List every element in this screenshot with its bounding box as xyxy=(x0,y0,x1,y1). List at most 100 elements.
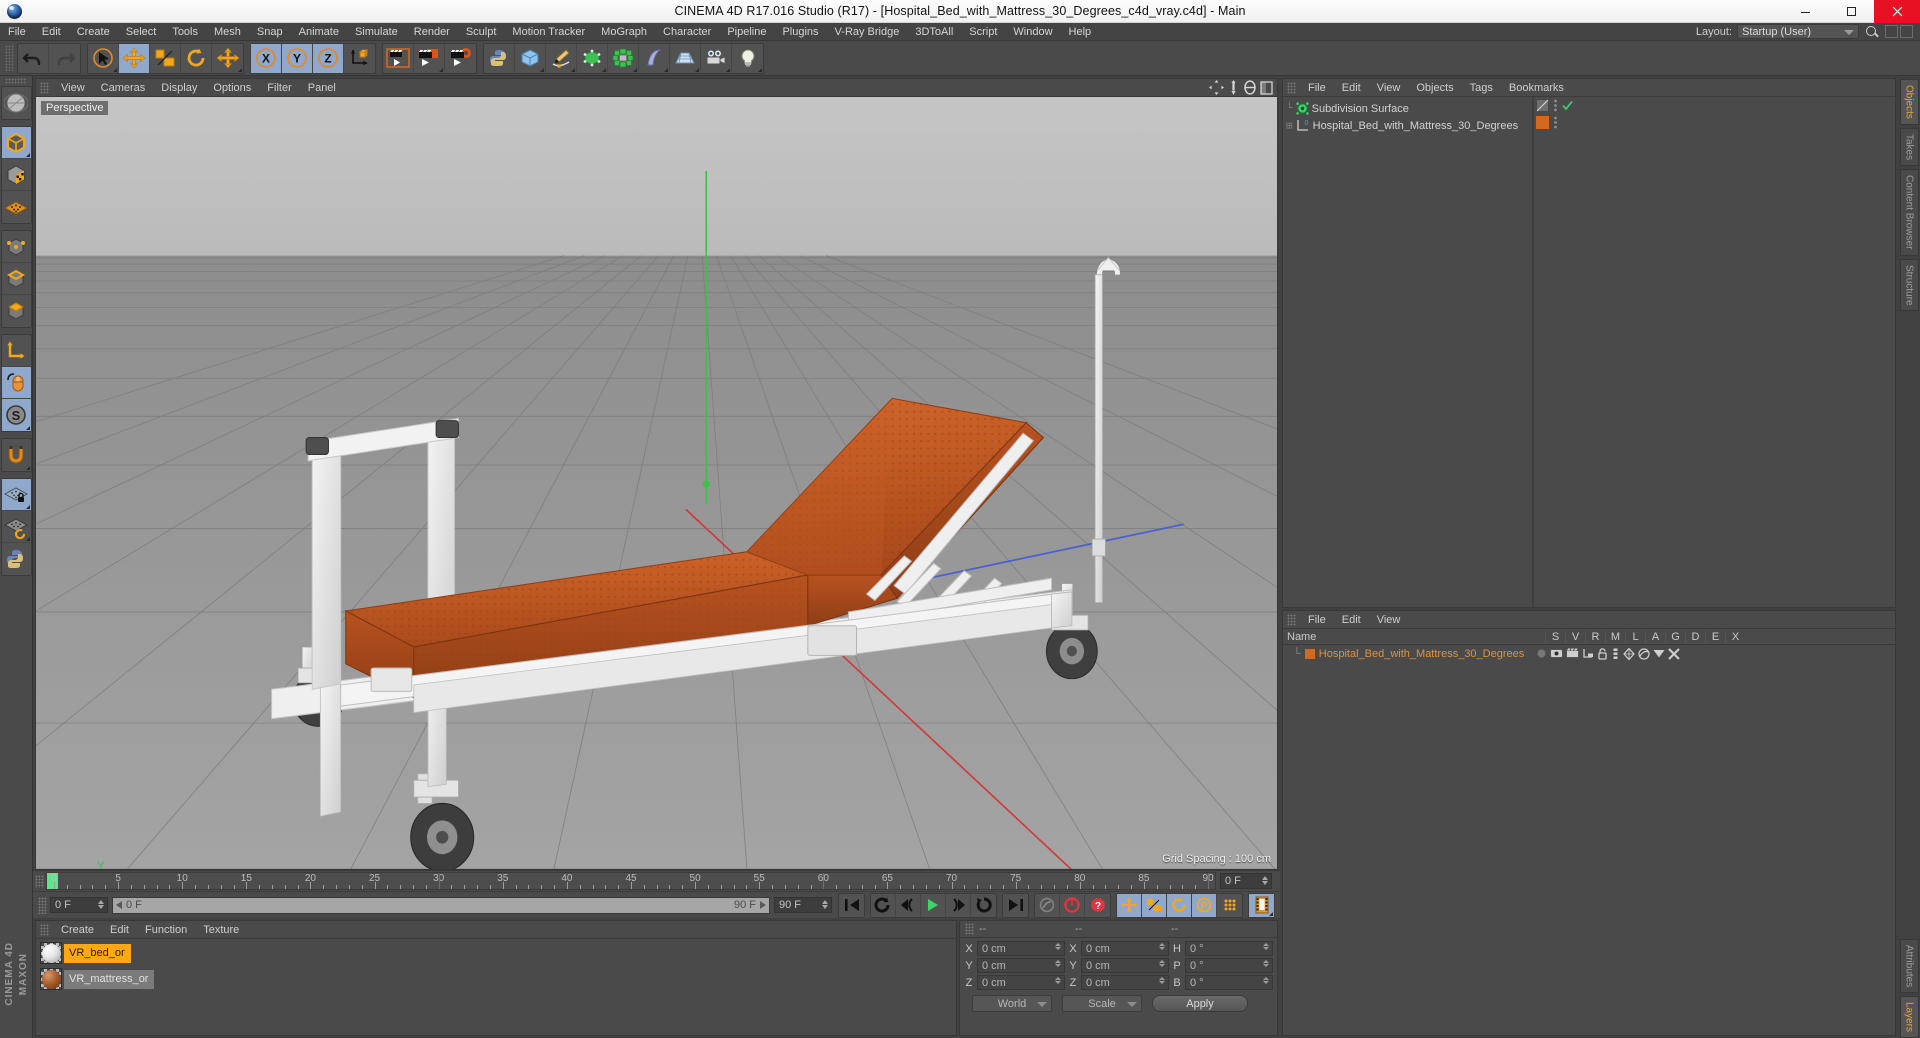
rotation-h-field[interactable]: 0 ° xyxy=(1185,941,1273,956)
viewport-menu-filter[interactable]: Filter xyxy=(259,79,299,97)
rotate-icon[interactable] xyxy=(1243,80,1257,95)
left-toolbar-grip[interactable] xyxy=(5,78,27,84)
stepper-icon[interactable] xyxy=(1263,977,1269,984)
menu-item-plugins[interactable]: Plugins xyxy=(774,23,826,41)
polygons-mode-button[interactable] xyxy=(2,295,31,327)
layer-column-v[interactable]: V xyxy=(1565,630,1585,643)
menu-item-character[interactable]: Character xyxy=(655,23,719,41)
layer-column-d[interactable]: D xyxy=(1685,630,1705,643)
magnet-tool-button[interactable] xyxy=(2,439,31,471)
object-tags-row[interactable] xyxy=(1534,114,1579,131)
rotation-p-field[interactable]: 0 ° xyxy=(1185,958,1273,973)
apply-button[interactable]: Apply xyxy=(1152,995,1248,1012)
tab-attributes[interactable]: Attributes xyxy=(1899,938,1919,993)
size-y-field[interactable]: 0 cm xyxy=(1081,958,1169,973)
layer-color-swatch[interactable] xyxy=(1304,648,1315,659)
world-coordinate-button[interactable] xyxy=(344,44,375,73)
stepper-icon[interactable] xyxy=(1263,943,1269,950)
menu-item-pipeline[interactable]: Pipeline xyxy=(719,23,774,41)
stepper-icon[interactable] xyxy=(98,900,104,909)
solo-icon[interactable] xyxy=(1536,648,1547,659)
render-view-button[interactable] xyxy=(383,43,414,73)
layer-column-r[interactable]: R xyxy=(1585,630,1605,643)
maximize-view-icon[interactable] xyxy=(1260,80,1273,95)
tag-dots-icon[interactable] xyxy=(1553,99,1558,112)
workplane-rotate-button[interactable] xyxy=(1,511,31,543)
menu-item-snap[interactable]: Snap xyxy=(249,23,291,41)
render-settings-button[interactable] xyxy=(445,44,476,73)
object-menu-view[interactable]: View xyxy=(1369,79,1409,97)
object-tags-row[interactable] xyxy=(1534,97,1579,114)
position-x-field[interactable]: 0 cm xyxy=(977,941,1065,956)
add-cube-button[interactable] xyxy=(515,43,546,73)
material-item[interactable]: VR_mattress_or xyxy=(40,967,956,991)
play-backwards-button[interactable] xyxy=(871,893,896,917)
stepper-icon[interactable] xyxy=(822,900,828,909)
material-item[interactable]: VR_bed_or xyxy=(40,941,956,965)
menu-item-help[interactable]: Help xyxy=(1061,23,1100,41)
tab-content-browser[interactable]: Content Browser xyxy=(1899,169,1919,256)
material-menu-edit[interactable]: Edit xyxy=(102,921,137,939)
points-grid-button[interactable] xyxy=(2,191,31,223)
enabled-check-icon[interactable] xyxy=(1562,100,1573,111)
move-tool-button[interactable] xyxy=(119,43,150,73)
render-icon[interactable] xyxy=(1566,648,1580,659)
deformer-icon[interactable] xyxy=(1638,647,1650,660)
python-script-button[interactable] xyxy=(2,543,31,575)
mograph-button[interactable] xyxy=(608,43,639,73)
layer-column-l[interactable]: L xyxy=(1625,630,1645,643)
stepper-icon[interactable] xyxy=(1055,960,1061,967)
record-param-button[interactable]: P xyxy=(1192,893,1217,917)
viewport-menu-grip[interactable] xyxy=(40,81,49,94)
restore-small-icon[interactable] xyxy=(1885,25,1898,38)
tab-takes[interactable]: Takes xyxy=(1899,127,1919,167)
menu-item-render[interactable]: Render xyxy=(406,23,458,41)
lock-icon[interactable] xyxy=(1597,647,1608,660)
environment-button[interactable] xyxy=(670,43,701,73)
object-menu-edit[interactable]: Edit xyxy=(1334,79,1369,97)
rotate-tool-button[interactable] xyxy=(181,43,212,73)
goto-start-button[interactable] xyxy=(839,894,864,917)
lock-workplane-button[interactable] xyxy=(1,479,31,511)
undo-button[interactable] xyxy=(18,43,49,73)
keyframe-selection-button[interactable]: ? xyxy=(1085,894,1110,917)
menu-item-tools[interactable]: Tools xyxy=(164,23,206,41)
python-generator-button[interactable] xyxy=(484,43,515,73)
viewport-menu-view[interactable]: View xyxy=(53,79,93,97)
loop-button[interactable] xyxy=(971,894,996,917)
stepper-icon[interactable] xyxy=(1055,977,1061,984)
redo-button[interactable] xyxy=(49,44,80,73)
close-small-icon[interactable] xyxy=(1900,25,1913,38)
record-rotation-button[interactable] xyxy=(1167,893,1192,917)
timeline-range-slider[interactable]: 0 F 90 F xyxy=(112,896,770,914)
viewport-menu-cameras[interactable]: Cameras xyxy=(93,79,154,97)
lock-z-button[interactable]: Z xyxy=(313,43,344,73)
viewport-solo-button[interactable] xyxy=(1,367,31,399)
goto-end-button[interactable] xyxy=(1003,894,1028,917)
layer-menu-file[interactable]: File xyxy=(1300,611,1334,629)
layer-row[interactable]: └ Hospital_Bed_with_Mattress_30_Degrees xyxy=(1283,645,1895,662)
step-forward-button[interactable] xyxy=(946,893,971,917)
generator-icon[interactable] xyxy=(1623,647,1636,660)
object-menu-objects[interactable]: Objects xyxy=(1408,79,1461,97)
xpresso-icon[interactable] xyxy=(1668,647,1680,660)
object-menu-file[interactable]: File xyxy=(1300,79,1334,97)
tab-layers[interactable]: Layers xyxy=(1899,995,1919,1038)
expand-toggle-icon[interactable]: ⊞ xyxy=(1286,119,1293,133)
perspective-viewport[interactable]: Perspective Grid Spacing : 100 cm Y xyxy=(35,96,1278,870)
lock-y-button[interactable]: Y xyxy=(282,43,313,73)
range-right-handle-icon[interactable] xyxy=(760,901,766,909)
object-row-subdivision-surface[interactable]: └ Subdivision Surface xyxy=(1283,100,1532,117)
animation-toolbar-grip[interactable] xyxy=(38,896,47,914)
record-pla-button[interactable] xyxy=(1217,894,1242,917)
object-menu-tags[interactable]: Tags xyxy=(1462,79,1501,97)
object-manager-blank-area[interactable] xyxy=(1579,97,1895,607)
stepper-icon[interactable] xyxy=(1159,943,1165,950)
record-active-objects-button[interactable] xyxy=(1060,893,1085,917)
menu-item-vray-bridge[interactable]: V-Ray Bridge xyxy=(827,23,908,41)
viewport-menu-display[interactable]: Display xyxy=(153,79,205,97)
scale-snap-button[interactable]: S xyxy=(1,399,31,431)
stepper-icon[interactable] xyxy=(1159,960,1165,967)
menu-item-file[interactable]: File xyxy=(0,23,34,41)
edges-mode-button[interactable] xyxy=(1,263,31,295)
